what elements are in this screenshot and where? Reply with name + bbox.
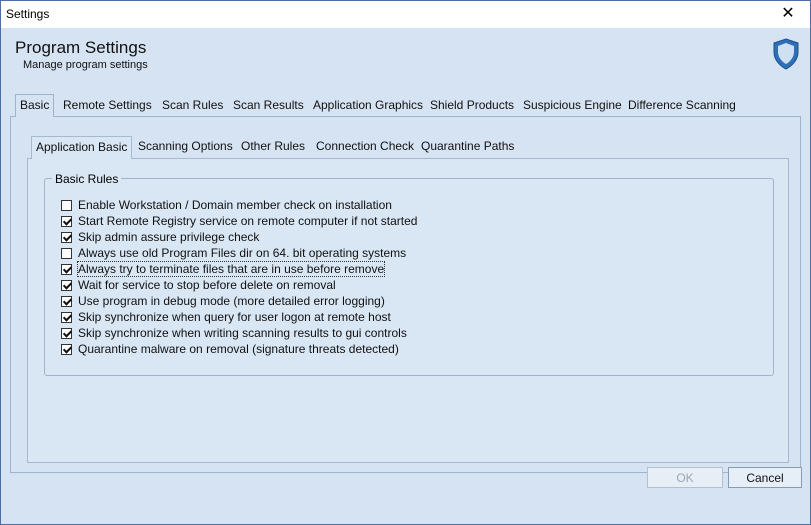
settings-window: Settings ✕ Program Settings Manage progr… xyxy=(0,0,811,525)
tab-scan-rules[interactable]: Scan Rules xyxy=(158,95,227,116)
rule-checkbox-row[interactable]: Skip synchronize when query for user log… xyxy=(61,309,391,325)
checkbox[interactable] xyxy=(61,215,72,227)
tab-remote-settings[interactable]: Remote Settings xyxy=(59,95,156,116)
tab-basic[interactable]: Basic xyxy=(15,94,55,117)
checkbox[interactable] xyxy=(61,295,72,307)
tab-difference-scanning[interactable]: Difference Scanning xyxy=(624,95,740,116)
tab-application-basic[interactable]: Application Basic xyxy=(31,136,133,159)
rule-checkbox-row[interactable]: Use program in debug mode (more detailed… xyxy=(61,293,385,309)
rule-label: Always use old Program Files dir on 64. … xyxy=(78,246,407,260)
rule-checkbox-row[interactable]: Skip synchronize when writing scanning r… xyxy=(61,325,407,341)
rule-label: Skip synchronize when writing scanning r… xyxy=(78,326,407,340)
checkbox[interactable] xyxy=(61,279,72,291)
rule-label: Quarantine malware on removal (signature… xyxy=(78,342,399,356)
rule-checkbox-row[interactable]: Always try to terminate files that are i… xyxy=(61,261,386,277)
rule-label: Start Remote Registry service on remote … xyxy=(78,214,418,228)
rule-checkbox-row[interactable]: Wait for service to stop before delete o… xyxy=(61,277,336,293)
checkbox[interactable] xyxy=(61,247,72,259)
checkbox[interactable] xyxy=(61,263,72,275)
rule-checkbox-row[interactable]: Quarantine malware on removal (signature… xyxy=(61,341,399,357)
checkbox[interactable] xyxy=(61,311,72,323)
title-bar: Settings ✕ xyxy=(1,1,810,28)
rule-checkbox-row[interactable]: Skip admin assure privilege check xyxy=(61,229,259,245)
tab-connection-check[interactable]: Connection Check xyxy=(312,136,418,157)
tab-scan-results[interactable]: Scan Results xyxy=(229,95,308,116)
rule-checkbox-row[interactable]: Always use old Program Files dir on 64. … xyxy=(61,245,406,261)
rule-label: Skip admin assure privilege check xyxy=(78,230,260,244)
rule-label: Skip synchronize when query for user log… xyxy=(78,310,391,324)
page-title: Program Settings xyxy=(15,38,147,57)
rule-label: Use program in debug mode (more detailed… xyxy=(78,294,385,308)
rule-checkbox-row[interactable]: Start Remote Registry service on remote … xyxy=(61,213,417,229)
rule-label: Wait for service to stop before delete o… xyxy=(78,278,336,292)
rule-label: Enable Workstation / Domain member check… xyxy=(78,198,392,212)
tab-shield-products[interactable]: Shield Products xyxy=(426,95,518,116)
checkbox[interactable] xyxy=(61,199,72,211)
ok-button[interactable]: OK xyxy=(647,467,723,488)
window-title: Settings xyxy=(6,7,50,21)
tab-scanning-options[interactable]: Scanning Options xyxy=(134,136,237,157)
client-area: Program Settings Manage program settings… xyxy=(1,28,810,524)
shield-icon xyxy=(773,38,799,70)
group-title: Basic Rules xyxy=(52,172,122,186)
tab-quarantine-paths[interactable]: Quarantine Paths xyxy=(417,136,518,157)
tab-other-rules[interactable]: Other Rules xyxy=(237,136,309,157)
checkbox[interactable] xyxy=(61,343,72,355)
tab-application-graphics[interactable]: Application Graphics xyxy=(309,95,427,116)
checkbox[interactable] xyxy=(61,231,72,243)
rule-label: Always try to terminate files that are i… xyxy=(76,261,386,277)
checkbox[interactable] xyxy=(61,327,72,339)
close-icon[interactable]: ✕ xyxy=(766,1,810,28)
tab-suspicious-engine[interactable]: Suspicious Engine xyxy=(519,95,626,116)
page-subtitle: Manage program settings xyxy=(23,59,148,71)
rule-checkbox-row[interactable]: Enable Workstation / Domain member check… xyxy=(61,197,392,213)
cancel-button[interactable]: Cancel xyxy=(728,467,802,488)
